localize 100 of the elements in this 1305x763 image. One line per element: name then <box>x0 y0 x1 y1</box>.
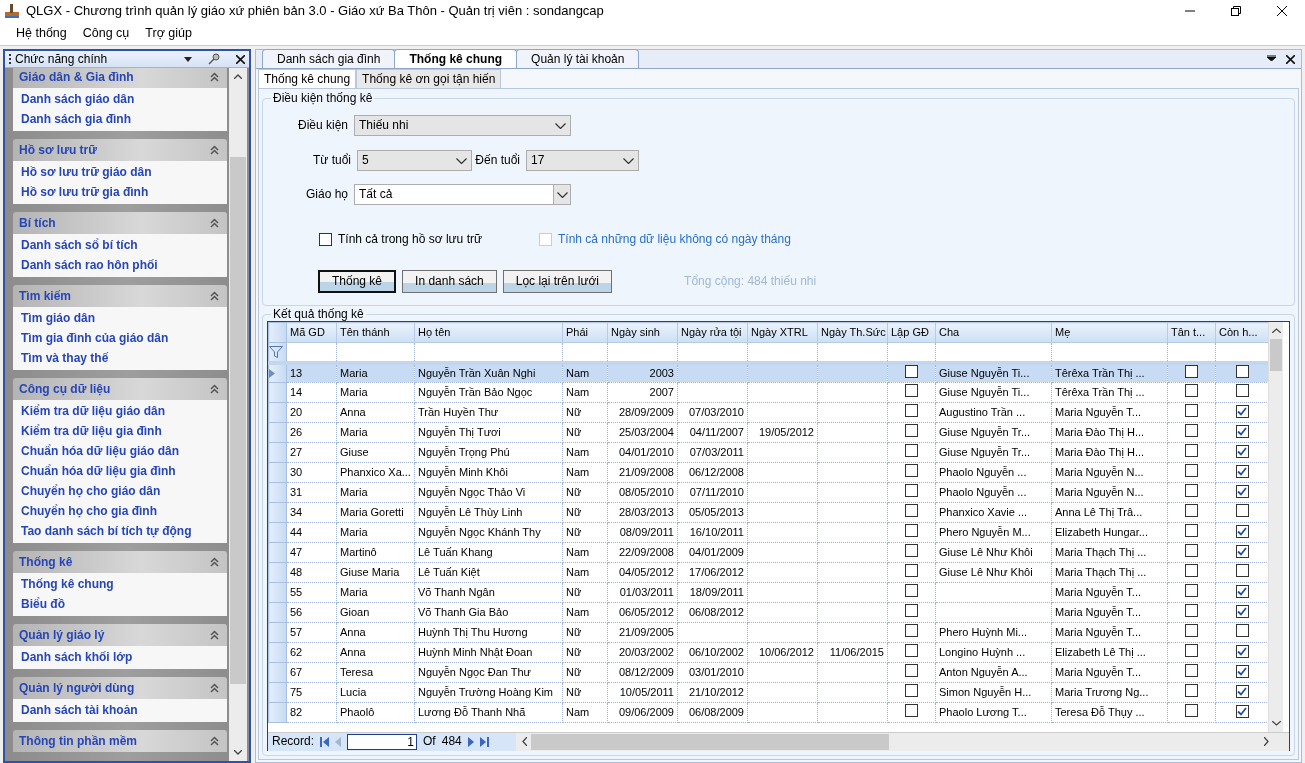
checkbox[interactable] <box>1235 485 1249 499</box>
checkbox[interactable] <box>905 684 918 698</box>
checkbox[interactable] <box>905 524 918 538</box>
scroll-right-icon[interactable] <box>1264 737 1269 746</box>
document-tab[interactable]: Quản lý tài khoản <box>516 48 640 68</box>
sidebar-item[interactable]: Danh sách rao hôn phối <box>13 255 227 275</box>
checkbox[interactable] <box>1235 445 1249 459</box>
collapse-icon[interactable] <box>210 683 219 693</box>
checkbox[interactable] <box>1185 584 1198 598</box>
sidebar-item[interactable]: Tìm và thay thế <box>13 348 227 368</box>
pin-icon[interactable] <box>208 53 220 65</box>
column-header[interactable]: Mẹ <box>1051 322 1168 343</box>
checkbox[interactable] <box>1235 545 1249 559</box>
checkbox[interactable] <box>1185 544 1198 558</box>
checkbox[interactable] <box>319 233 332 246</box>
checkbox[interactable] <box>905 544 918 558</box>
button[interactable]: In danh sách <box>402 270 497 293</box>
checkbox[interactable] <box>1185 604 1198 618</box>
sidebar-item[interactable]: Danh sách khối lớp <box>13 647 227 667</box>
checkbox[interactable] <box>905 704 918 718</box>
restore-icon[interactable] <box>1231 6 1241 16</box>
group-header[interactable]: Tìm kiếm <box>13 285 227 307</box>
column-header[interactable]: Họ tên <box>414 322 563 343</box>
checkbox[interactable] <box>1185 524 1198 538</box>
sidebar-item[interactable]: Chuẩn hóa dữ liệu gia đình <box>13 461 227 481</box>
checkbox[interactable] <box>1235 384 1249 398</box>
checkbox[interactable] <box>1235 504 1249 518</box>
checkbox[interactable] <box>905 366 918 379</box>
checkbox[interactable] <box>905 484 918 498</box>
caret-icon[interactable] <box>556 191 568 198</box>
checkbox[interactable] <box>1185 624 1198 638</box>
last-record-icon[interactable] <box>479 736 489 747</box>
collapse-icon[interactable] <box>210 384 219 394</box>
filter-icon[interactable] <box>269 345 283 358</box>
next-record-icon[interactable] <box>467 736 474 747</box>
checkbox[interactable] <box>1185 684 1198 698</box>
checkbox[interactable] <box>1185 404 1198 418</box>
column-header[interactable]: Ngày sinh <box>607 322 678 343</box>
column-header[interactable]: Tên thánh <box>336 322 415 343</box>
checkbox[interactable] <box>1185 424 1198 438</box>
checkbox[interactable] <box>905 444 918 458</box>
checkbox[interactable] <box>905 624 918 638</box>
document-tab[interactable]: Thống kê chung <box>394 49 518 68</box>
group-header[interactable]: Quản lý người dùng <box>13 677 227 699</box>
tab[interactable]: Thống kê ơn gọi tận hiến <box>356 68 502 88</box>
group-header[interactable]: Quản lý giáo lý <box>13 624 227 646</box>
column-header[interactable]: Lập GĐ <box>887 322 936 343</box>
record-field[interactable]: 1 <box>347 733 418 750</box>
group-header[interactable]: Thông tin phần mềm <box>13 730 227 752</box>
group-header[interactable]: Giáo dân & Gia đình <box>13 68 227 88</box>
sidebar-item[interactable]: Danh sách giáo dân <box>13 89 227 109</box>
checkbox[interactable] <box>905 384 918 398</box>
column-header[interactable]: Phái <box>562 322 608 343</box>
scrollbar[interactable] <box>516 732 1289 751</box>
menu-item[interactable]: Trợ giúp <box>137 24 200 43</box>
checkbox[interactable] <box>1185 704 1198 718</box>
sidebar-item[interactable]: Chuyển họ cho giáo dân <box>13 481 227 501</box>
column-header[interactable]: Ngày rửa tội <box>677 322 748 343</box>
dropdown-icon[interactable] <box>1267 54 1276 61</box>
group-header[interactable]: Hồ sơ lưu trữ <box>13 139 227 161</box>
collapse-icon[interactable] <box>210 736 219 746</box>
sidebar-item[interactable]: Tao danh sách bí tích tự động <box>13 521 227 541</box>
dropdown[interactable]: Tất cả <box>354 184 571 205</box>
sidebar-item[interactable]: Danh sách gia đình <box>13 109 227 129</box>
checkbox[interactable] <box>1235 645 1249 659</box>
checkbox[interactable] <box>1185 444 1198 458</box>
checkbox[interactable] <box>1185 664 1198 678</box>
checkbox[interactable] <box>905 604 918 618</box>
sidebar-item[interactable]: Kiểm tra dữ liệu gia đình <box>13 421 227 441</box>
checkbox[interactable] <box>1185 564 1198 578</box>
close-icon[interactable] <box>1277 6 1287 16</box>
checkbox[interactable] <box>1235 405 1249 419</box>
column-header[interactable]: Cha <box>935 322 1052 343</box>
checkbox[interactable] <box>905 464 918 478</box>
document-tab[interactable]: Danh sách gia đình <box>262 48 396 68</box>
sidebar-item[interactable]: Danh sách sổ bí tích <box>13 235 227 255</box>
checkbox[interactable] <box>1235 605 1249 619</box>
checkbox[interactable] <box>1235 425 1249 439</box>
scroll-thumb[interactable] <box>531 733 889 750</box>
checkbox[interactable] <box>1235 665 1249 679</box>
sidebar-item[interactable]: Danh sách tài khoản <box>13 700 227 720</box>
collapse-icon[interactable] <box>210 291 219 301</box>
row-header[interactable] <box>268 362 287 383</box>
button[interactable]: Lọc lại trên lưới <box>502 270 613 293</box>
checkbox[interactable] <box>905 564 918 578</box>
menu-item[interactable]: Hệ thống <box>8 24 75 43</box>
dropdown[interactable]: Thiếu nhi <box>354 115 571 136</box>
checkbox[interactable] <box>1235 705 1249 719</box>
close-icon[interactable] <box>1286 54 1295 64</box>
checkbox[interactable] <box>1235 525 1249 539</box>
collapse-icon[interactable] <box>210 72 219 82</box>
sidebar-item[interactable]: Chuẩn hóa dữ liệu giáo dân <box>13 441 227 461</box>
column-header[interactable]: Mã GD <box>286 322 337 343</box>
checkbox[interactable] <box>905 644 918 658</box>
sidebar-item[interactable]: Hồ sơ lưu trữ gia đình <box>13 182 227 202</box>
collapse-icon[interactable] <box>210 557 219 567</box>
group-header[interactable]: Công cụ dữ liệu <box>13 378 227 400</box>
scroll-left-icon[interactable] <box>522 737 527 746</box>
dropdown[interactable]: 5 <box>357 150 472 171</box>
column-header[interactable]: Ngày XTRL <box>747 322 818 343</box>
